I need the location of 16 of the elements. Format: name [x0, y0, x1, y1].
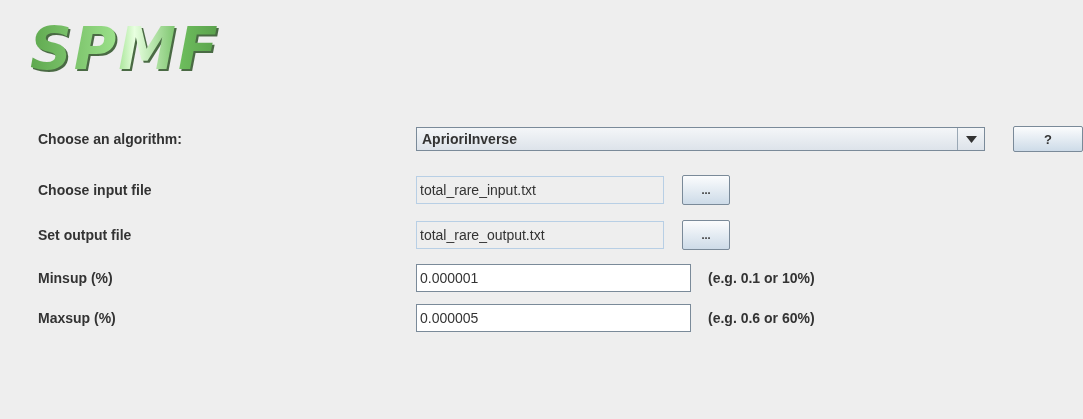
field-label: Maxsup (%): [38, 310, 117, 326]
file-path-field[interactable]: total_rare_input.txt: [416, 176, 664, 204]
field-label: Minsup (%): [38, 270, 114, 286]
parameter-field[interactable]: 0.000001: [416, 264, 691, 292]
parameter-field[interactable]: 0.000005: [416, 304, 691, 332]
hint-text: (e.g. 0.6 or 60%): [708, 310, 815, 326]
algorithm-dropdown[interactable]: AprioriInverse: [416, 127, 985, 151]
file-path-field[interactable]: total_rare_output.txt: [416, 221, 664, 249]
hint-text: (e.g. 0.1 or 10%): [708, 270, 815, 286]
field-label: Set output file: [38, 227, 133, 243]
browse-button[interactable]: ...: [682, 175, 730, 205]
help-button[interactable]: ?: [1013, 126, 1083, 152]
field-label: Choose input file: [38, 182, 153, 198]
browse-button[interactable]: ...: [682, 220, 730, 250]
field-label: Choose an algorithm:: [38, 131, 183, 147]
dropdown-arrow-icon[interactable]: [965, 135, 977, 143]
